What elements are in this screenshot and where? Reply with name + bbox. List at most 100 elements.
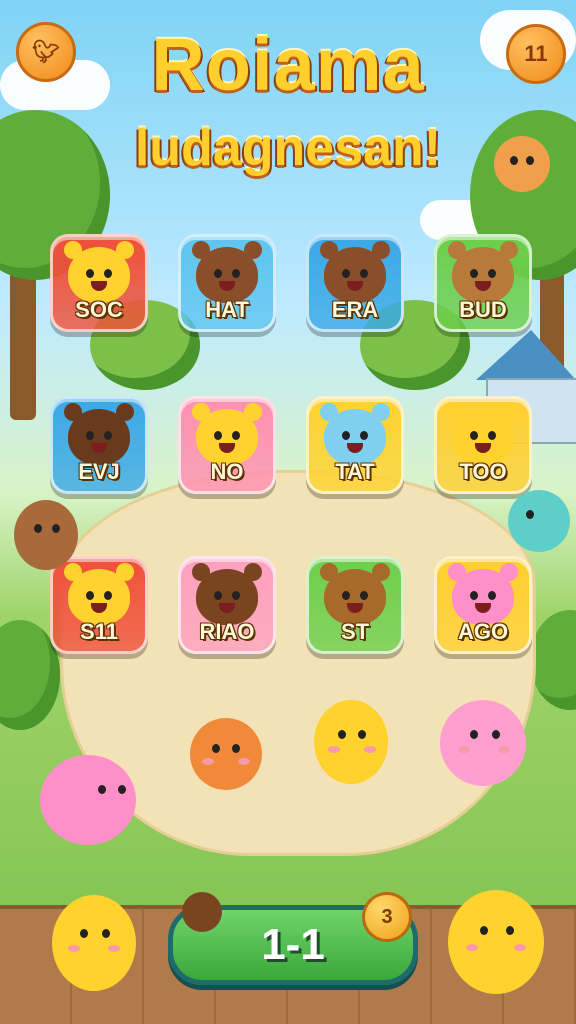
ear	[372, 241, 390, 259]
ear	[500, 563, 518, 581]
word-tile[interactable]: HAT	[178, 234, 276, 332]
eye	[232, 269, 240, 278]
critter-eye	[98, 785, 106, 794]
mouth	[91, 443, 107, 453]
word-tile[interactable]: TOO	[434, 396, 532, 494]
word-tile[interactable]: ERA	[306, 234, 404, 332]
word-tile[interactable]: BUD	[434, 234, 532, 332]
yellow-bear-icon	[192, 403, 262, 465]
ear	[320, 563, 338, 581]
eye	[488, 431, 496, 440]
eye	[360, 269, 368, 278]
eye	[342, 591, 350, 600]
eye	[470, 269, 478, 278]
ear	[192, 403, 210, 421]
level-badge-value: 3	[381, 905, 393, 928]
mouth	[347, 603, 363, 613]
eye	[360, 431, 368, 440]
mouth	[219, 603, 235, 613]
ear	[192, 241, 210, 259]
eye	[232, 431, 240, 440]
tile-word: RIAO	[199, 619, 255, 644]
critter-eye	[212, 744, 220, 753]
tile-word: EVJ	[78, 459, 120, 484]
critter-eye	[470, 730, 478, 739]
word-tile[interactable]: SOC	[50, 234, 148, 332]
red-panda-critter[interactable]	[190, 718, 262, 790]
critter-blush	[498, 746, 510, 753]
word-tile[interactable]: EVJ	[50, 396, 148, 494]
critter-eye	[102, 929, 110, 938]
eye	[232, 591, 240, 600]
tile-word: BUD	[459, 297, 507, 322]
game-title-line-1: Roiama	[151, 23, 425, 106]
critter-eye	[492, 730, 500, 739]
ear	[320, 403, 338, 421]
yellow-bear-critter[interactable]	[314, 700, 388, 784]
ear	[500, 403, 518, 421]
word-tile[interactable]: AGO	[434, 556, 532, 654]
eye	[214, 269, 222, 278]
eye	[104, 269, 112, 278]
tile-word: ST	[340, 619, 370, 644]
ear	[244, 241, 262, 259]
critter-blush	[108, 945, 120, 952]
ear	[192, 563, 210, 581]
pink-bear-critter[interactable]	[440, 700, 526, 786]
game-screen: 🐦︎ 11 Roiama ludagnesan! SOC HAT ERA BUD EVJ…	[0, 0, 576, 1024]
ear	[244, 403, 262, 421]
ear	[244, 563, 262, 581]
brown-bear-icon	[320, 241, 390, 303]
teal-dino-critter	[508, 490, 570, 552]
mouth	[91, 281, 107, 291]
ear	[500, 241, 518, 259]
critter-eye	[338, 730, 346, 739]
eye	[470, 591, 478, 600]
critter-blush	[514, 944, 526, 951]
tile-word: SOC	[75, 297, 123, 322]
word-tile[interactable]: TAT	[306, 396, 404, 494]
critter-eye	[526, 510, 534, 519]
critter-blush	[238, 758, 250, 765]
eye	[86, 269, 94, 278]
tile-word: AGO	[457, 619, 509, 644]
bush	[530, 610, 576, 710]
yellow-bear-icon	[64, 241, 134, 303]
tile-word: ERA	[331, 297, 379, 322]
word-tile[interactable]: RIAO	[178, 556, 276, 654]
ear	[372, 563, 390, 581]
level-label: 1-1	[261, 920, 325, 969]
yellow-bear-icon	[448, 403, 518, 465]
ear	[448, 403, 466, 421]
critter-blush	[364, 746, 376, 753]
blue-bear-icon	[320, 403, 390, 465]
tile-word: TAT	[335, 459, 375, 484]
word-tile[interactable]: S11	[50, 556, 148, 654]
mouth	[475, 281, 491, 291]
ear	[448, 241, 466, 259]
critter-blush	[466, 944, 478, 951]
tile-word: HAT	[205, 297, 249, 322]
eye	[360, 591, 368, 600]
eye	[214, 591, 222, 600]
ear	[64, 403, 82, 421]
yellow-fox-critter	[52, 895, 136, 991]
eye	[342, 269, 350, 278]
eye	[488, 591, 496, 600]
yellow-bear-icon	[64, 563, 134, 625]
ear	[116, 403, 134, 421]
ear	[320, 241, 338, 259]
critter-eye	[80, 929, 88, 938]
mouth	[91, 603, 107, 613]
mouth	[219, 281, 235, 291]
word-tile[interactable]: ST	[306, 556, 404, 654]
level-badge[interactable]: 3	[362, 892, 412, 942]
house-roof	[476, 330, 576, 380]
word-tile[interactable]: NO	[178, 396, 276, 494]
eye	[104, 431, 112, 440]
critter-eye	[358, 730, 366, 739]
ear	[448, 563, 466, 581]
mouth	[219, 443, 235, 453]
brown-fox-icon	[320, 563, 390, 625]
critter-eye	[118, 785, 126, 794]
